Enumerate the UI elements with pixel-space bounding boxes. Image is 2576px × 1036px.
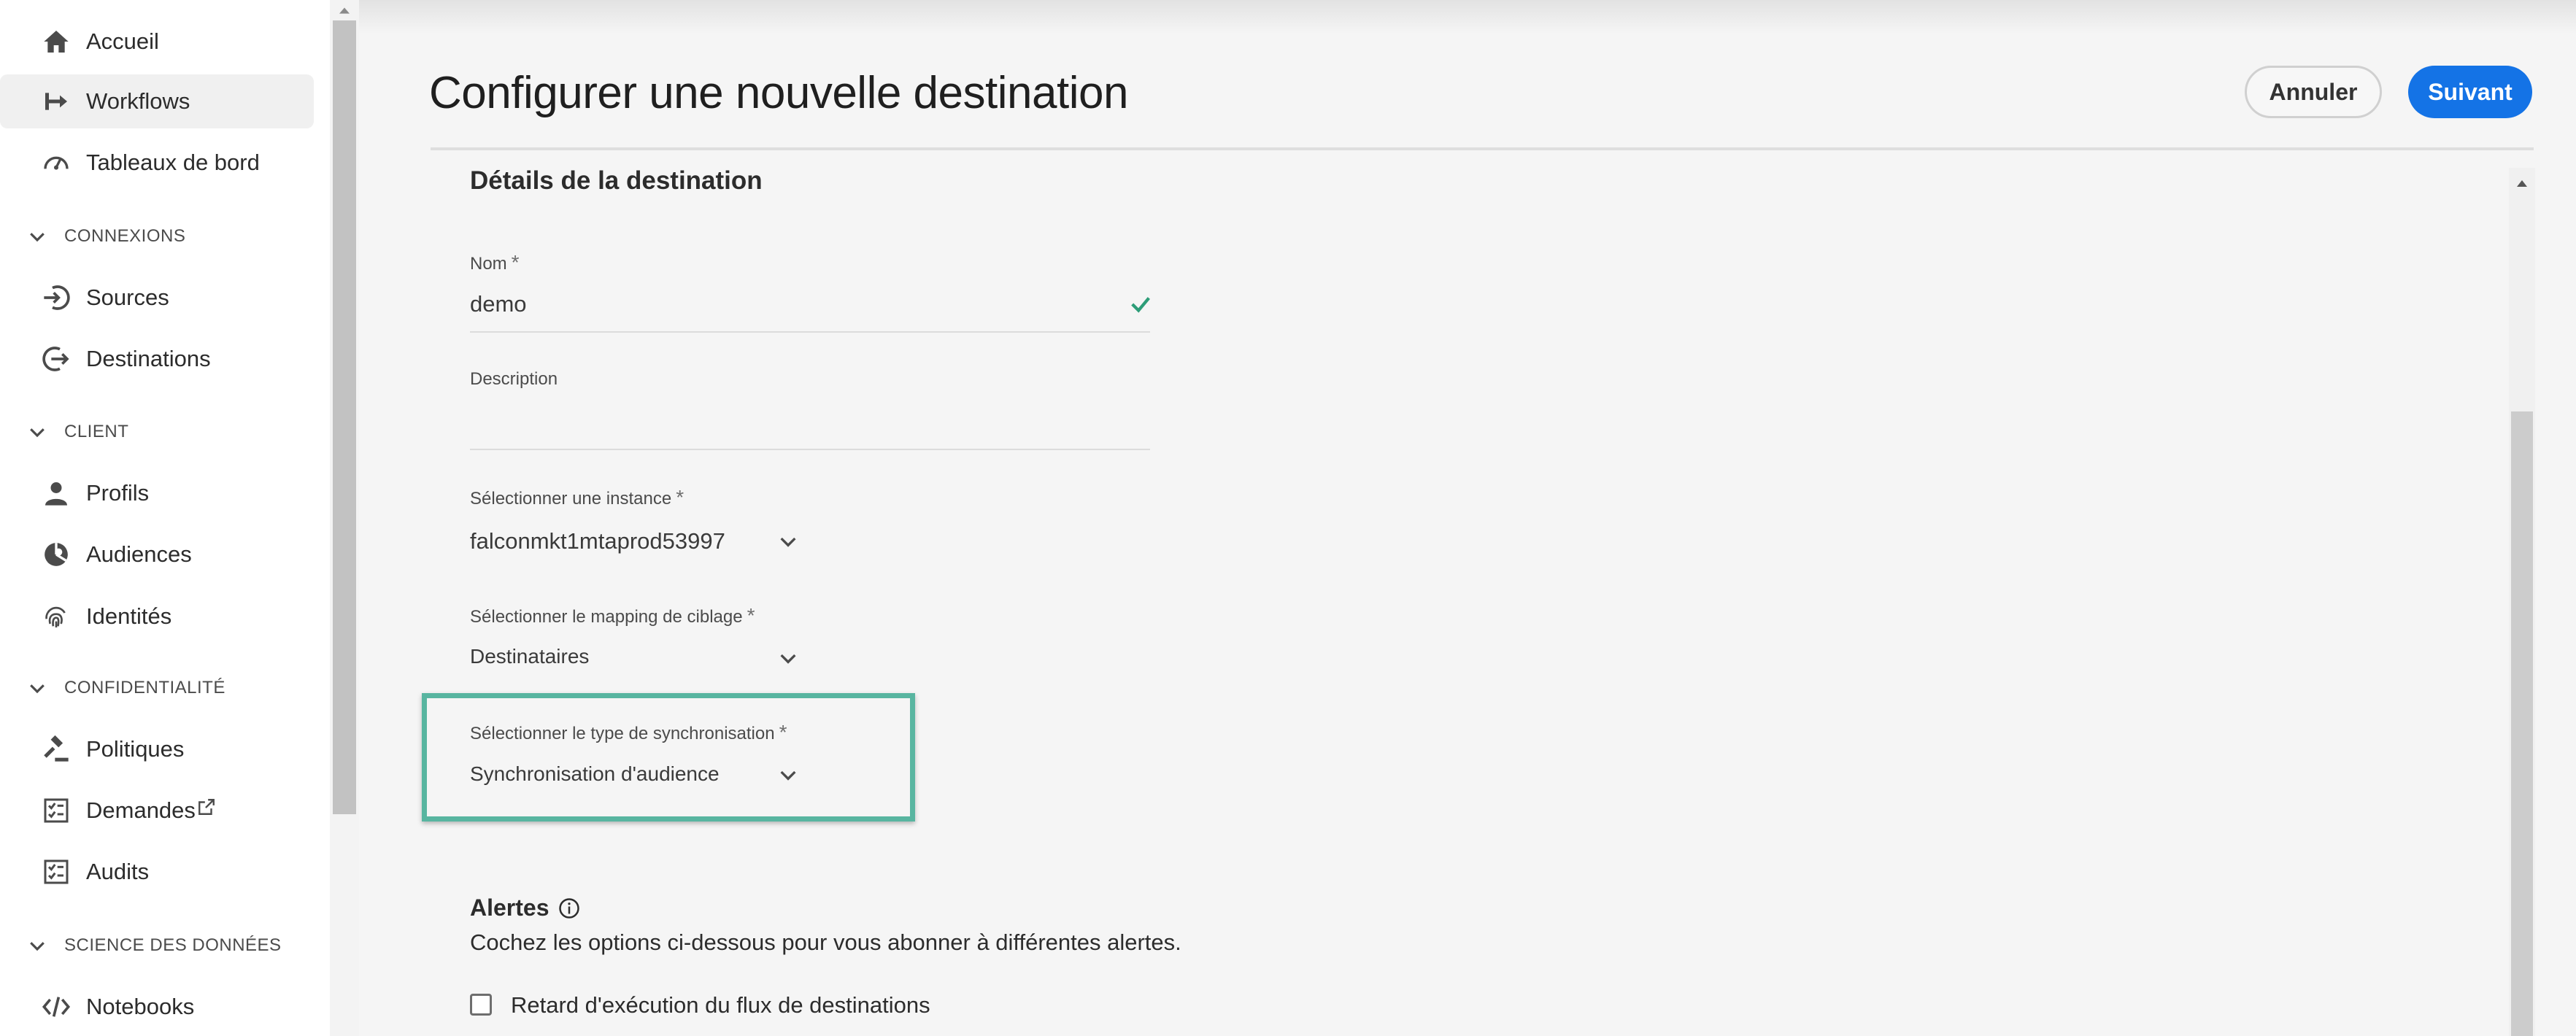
section-connexions[interactable]: CONNEXIONS: [0, 214, 314, 258]
sync-type-select[interactable]: Synchronisation d'audience: [470, 762, 720, 786]
sources-icon: [39, 281, 73, 314]
sidebar-item-label: Accueil: [86, 28, 159, 54]
alert-option-label[interactable]: Retard d'exécution du flux de destinatio…: [511, 992, 930, 1018]
sidebar-item-label: Profils: [86, 480, 150, 506]
sidebar-item-identites[interactable]: Identités: [0, 589, 314, 643]
chevron-down-icon[interactable]: [776, 646, 800, 670]
sidebar-item-label: Destinations: [86, 346, 211, 371]
alerts-description: Cochez les options ci-dessous pour vous …: [470, 929, 1181, 955]
section-title: CONFIDENTIALITÉ: [64, 678, 225, 697]
required-mark: *: [779, 721, 787, 743]
sidebar-item-label: Audiences: [86, 541, 192, 567]
scroll-up-arrow-icon[interactable]: [2515, 178, 2529, 188]
section-title: CONNEXIONS: [64, 226, 186, 246]
sidebar-item-audits[interactable]: Audits: [0, 845, 314, 899]
header-divider: [431, 147, 2534, 150]
checklist-icon: [39, 794, 73, 827]
scroll-up-arrow-icon[interactable]: [334, 3, 355, 18]
top-shadow: [359, 0, 2576, 34]
required-mark: *: [747, 604, 755, 627]
sidebar-item-home[interactable]: Accueil: [0, 15, 314, 69]
name-input-underline: [470, 331, 1150, 333]
section-science-des-donnees[interactable]: SCIENCE DES DONNÉES: [0, 924, 314, 967]
gauge-icon: [39, 146, 73, 179]
sidebar-item-label: Tableaux de bord: [86, 150, 260, 175]
cancel-button[interactable]: Annuler: [2245, 66, 2382, 118]
sidebar-item-audiences[interactable]: Audiences: [0, 527, 314, 581]
chevron-down-icon[interactable]: [776, 763, 800, 786]
info-icon[interactable]: [558, 897, 580, 919]
description-label: Description: [470, 369, 558, 389]
content-scrollbar[interactable]: [2509, 168, 2535, 1036]
chevron-down-icon[interactable]: [776, 530, 800, 553]
content-scroll-thumb[interactable]: [2511, 411, 2533, 1036]
sidebar-item-label: Sources: [86, 285, 169, 310]
sidebar-item-demandes[interactable]: Demandes: [0, 784, 314, 838]
user-icon: [39, 476, 73, 510]
page-title: Configurer une nouvelle destination: [429, 68, 1128, 118]
section-title-destination-details: Détails de la destination: [470, 166, 763, 195]
name-label: Nom *: [470, 251, 520, 274]
sidebar-item-label: Notebooks: [86, 994, 195, 1019]
chevron-down-icon: [30, 233, 45, 242]
sidebar-scroll-thumb[interactable]: [333, 20, 356, 814]
audiences-icon: [39, 538, 73, 571]
fingerprint-icon: [39, 600, 73, 633]
mapping-label: Sélectionner le mapping de ciblage *: [470, 604, 755, 627]
sidebar-item-sources[interactable]: Sources: [0, 271, 314, 325]
alerts-title: Alertes: [470, 894, 580, 921]
sidebar-item-destinations[interactable]: Destinations: [0, 332, 314, 386]
chevron-down-icon: [30, 428, 45, 438]
description-input-underline: [470, 449, 1150, 450]
sidebar-item-dashboards[interactable]: Tableaux de bord: [0, 136, 314, 190]
section-confidentialite[interactable]: CONFIDENTIALITÉ: [0, 666, 314, 710]
code-icon: [39, 990, 73, 1024]
destinations-icon: [39, 342, 73, 376]
sidebar-item-label: Politiques: [86, 736, 185, 762]
required-mark: *: [676, 486, 685, 509]
sidebar-scrollbar[interactable]: [330, 0, 359, 1036]
external-link-icon: [198, 799, 215, 815]
instance-label: Sélectionner une instance *: [470, 486, 685, 509]
description-input[interactable]: [470, 409, 1150, 445]
instance-select[interactable]: falconmkt1mtaprod53997: [470, 528, 725, 554]
sync-type-label: Sélectionner le type de synchronisation *: [470, 721, 787, 743]
sidebar-item-workflows[interactable]: Workflows: [0, 74, 314, 128]
sidebar: Accueil Workflows Tableaux de bord CONNE…: [0, 0, 330, 1036]
sidebar-item-notebooks[interactable]: Notebooks: [0, 980, 314, 1034]
home-icon: [39, 25, 73, 58]
alert-option-checkbox[interactable]: [470, 994, 492, 1016]
sidebar-item-politiques[interactable]: Politiques: [0, 722, 314, 776]
sidebar-item-label: Identités: [86, 603, 172, 629]
section-title: SCIENCE DES DONNÉES: [64, 935, 282, 955]
section-title: CLIENT: [64, 422, 129, 441]
mapping-select[interactable]: Destinataires: [470, 645, 589, 668]
chevron-down-icon: [30, 684, 45, 694]
sidebar-item-label: Audits: [86, 859, 150, 884]
checklist-icon: [39, 855, 73, 889]
sidebar-item-profils[interactable]: Profils: [0, 466, 314, 520]
name-input[interactable]: demo: [470, 291, 527, 317]
next-button[interactable]: Suivant: [2408, 66, 2532, 118]
sidebar-item-label: Demandes: [86, 797, 216, 824]
section-client[interactable]: CLIENT: [0, 410, 314, 454]
sidebar-item-label: Workflows: [86, 88, 190, 114]
checkmark-icon: [1131, 297, 1150, 313]
sync-type-highlight: [422, 693, 915, 822]
gavel-icon: [39, 732, 73, 766]
workflow-icon: [39, 85, 73, 118]
required-mark: *: [511, 251, 520, 274]
chevron-down-icon: [30, 942, 45, 951]
